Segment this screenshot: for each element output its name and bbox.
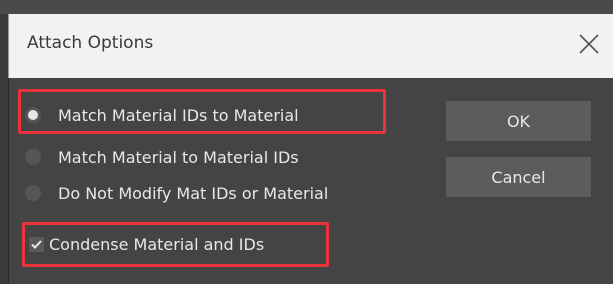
highlight-box-condense [22, 222, 329, 267]
close-icon[interactable] [577, 32, 601, 56]
radio-option-match-material-to-ids[interactable]: Match Material to Material IDs [25, 143, 299, 171]
radio-button[interactable] [25, 185, 41, 201]
radio-label: Match Material to Material IDs [58, 147, 299, 167]
dialog-title: Attach Options [27, 33, 154, 53]
radio-label: Do Not Modify Mat IDs or Material [58, 183, 329, 203]
ok-button[interactable]: OK [446, 101, 591, 141]
highlight-box-option [18, 89, 386, 134]
radio-option-do-not-modify[interactable]: Do Not Modify Mat IDs or Material [25, 179, 328, 207]
radio-button[interactable] [25, 149, 41, 165]
background-strip [0, 0, 613, 14]
dialog-title-bar: Attach Options [8, 14, 613, 78]
cancel-button[interactable]: Cancel [446, 157, 591, 197]
